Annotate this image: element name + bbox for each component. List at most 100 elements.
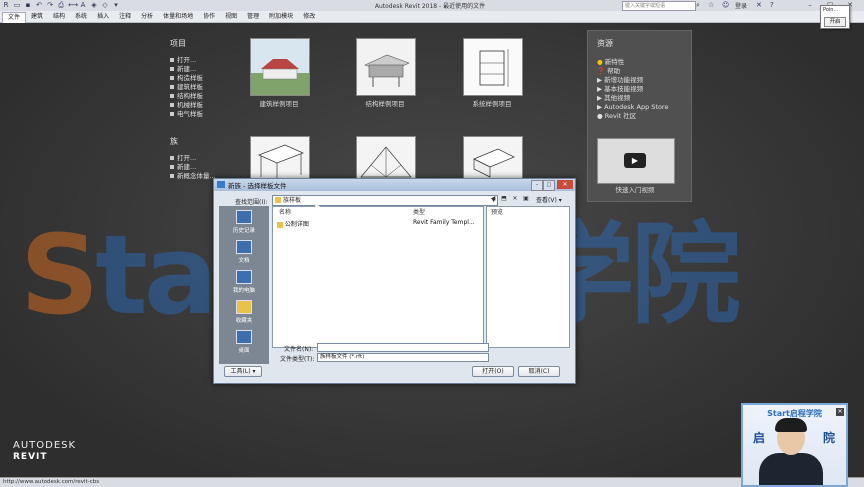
preview-label: 预览 <box>491 209 504 216</box>
app-subtitle-text: 最近使用的文件 <box>443 3 486 10</box>
quick-access-toolbar: R ▭ ▪ ↶ ↷ ⎙ ⟷ A ◈ ◇ ▾ <box>2 1 120 9</box>
place-desktop[interactable]: 桌面 <box>219 330 269 354</box>
quickstart-video-thumbnail[interactable]: ▶ <box>597 138 675 184</box>
tab-systems[interactable]: 系统 <box>70 12 92 23</box>
points-popup: Poin... 开启 <box>820 5 850 29</box>
tab-manage[interactable]: 管理 <box>242 12 264 23</box>
family-open-link[interactable]: 打开... <box>170 154 216 163</box>
popup-open-button[interactable]: 开启 <box>824 17 846 27</box>
list-item[interactable]: 公制详图 <box>277 219 309 228</box>
revit-app-icon[interactable]: R <box>2 1 10 9</box>
measure-icon[interactable]: ⟷ <box>68 1 78 9</box>
undo-icon[interactable]: ↶ <box>35 1 43 9</box>
search-input[interactable]: 键入关键字或短语 <box>622 1 696 11</box>
tab-structure[interactable]: 结构 <box>48 12 70 23</box>
electrical-template-link[interactable]: 电气样板 <box>170 110 203 119</box>
place-favorites[interactable]: 收藏夹 <box>219 300 269 324</box>
new-mass-link[interactable]: 新概念体量... <box>170 172 216 181</box>
up-folder-icon[interactable]: ⬒ <box>500 195 508 203</box>
dialog-app-icon <box>217 181 225 188</box>
structure-image <box>357 39 415 95</box>
additional-videos-link[interactable]: ▶ 其他视频 <box>597 94 668 103</box>
tab-view[interactable]: 视图 <box>220 12 242 23</box>
place-documents[interactable]: 文档 <box>219 240 269 264</box>
tab-file[interactable]: 文件 <box>2 12 27 23</box>
essential-skills-video-link[interactable]: ▶ 基本技能视频 <box>597 85 668 94</box>
tab-annotate[interactable]: 注释 <box>114 12 136 23</box>
file-list[interactable]: 名称 类型 公制详图 Revit Family Templ... <box>272 206 484 348</box>
tab-modify[interactable]: 修改 <box>298 12 320 23</box>
architecture-sample-thumbnail[interactable] <box>250 38 310 96</box>
dropdown-icon[interactable]: ▾ <box>112 1 120 9</box>
family-links: 打开... 新建... 新概念体量... <box>170 154 216 181</box>
delete-icon[interactable]: ✕ <box>511 195 519 203</box>
open-button[interactable]: 打开(O) <box>472 366 514 377</box>
help-link[interactable]: ❓ 帮助 <box>597 67 668 76</box>
mechanical-template-link[interactable]: 机械样板 <box>170 101 203 110</box>
column-type[interactable]: 类型 <box>413 207 425 216</box>
filetype-select[interactable]: 族样板文件 (*.rft) <box>317 353 489 362</box>
exchange-icon[interactable]: ✕ <box>756 1 762 9</box>
redo-icon[interactable]: ↷ <box>46 1 54 9</box>
dialog-close-icon[interactable]: ✕ <box>557 180 573 189</box>
text-icon[interactable]: A <box>79 1 87 9</box>
signin-link[interactable]: 登录 <box>735 1 747 10</box>
tab-addins[interactable]: 附加模块 <box>264 12 298 23</box>
save-icon[interactable]: ▪ <box>24 1 32 9</box>
tab-massing[interactable]: 体量和场地 <box>158 12 198 23</box>
revit-logo: REVIT <box>13 452 48 462</box>
tab-analyze[interactable]: 分析 <box>136 12 158 23</box>
construction-template-link[interactable]: 构造样板 <box>170 74 203 83</box>
dialog-minimize-icon[interactable]: – <box>531 180 543 191</box>
family-new-link[interactable]: 新建... <box>170 163 216 172</box>
tab-collaborate[interactable]: 协作 <box>198 12 220 23</box>
dialog-toolbar: ◀ ⬒ ✕ ▣ <box>489 195 530 203</box>
new-folder-icon[interactable]: ▣ <box>522 195 530 203</box>
whats-new-link[interactable]: ● 新特性 <box>597 58 668 67</box>
systems-sample-label[interactable]: 系统样例项目 <box>452 98 532 108</box>
tools-button[interactable]: 工具(L) ▾ <box>224 366 262 377</box>
section-icon[interactable]: ◇ <box>101 1 109 9</box>
tab-architecture[interactable]: 建筑 <box>26 12 48 23</box>
view-3d-icon[interactable]: ◈ <box>90 1 98 9</box>
structure-sample-label[interactable]: 结构样例项目 <box>345 98 425 108</box>
revit-community-link[interactable]: ● Revit 社区 <box>597 112 668 121</box>
back-icon[interactable]: ◀ <box>489 195 497 203</box>
open-icon[interactable]: ▭ <box>13 1 21 9</box>
lookin-label: 查找范围(I): <box>235 199 268 206</box>
dialog-maximize-icon[interactable]: □ <box>543 180 555 191</box>
print-icon[interactable]: ⎙ <box>57 1 65 9</box>
computer-icon <box>236 270 252 284</box>
presenter-hair <box>775 418 807 432</box>
play-icon[interactable]: ▶ <box>624 153 646 168</box>
lookin-select[interactable]: 族样板 ▾ <box>272 195 498 206</box>
new-features-video-link[interactable]: ▶ 新增功能视频 <box>597 76 668 85</box>
minimize-icon[interactable]: – <box>800 0 820 10</box>
systems-sample-thumbnail[interactable] <box>463 38 523 96</box>
views-menu[interactable]: 查看(V) ▾ <box>536 195 562 204</box>
lookin-value: 族样板 <box>283 197 302 204</box>
place-history[interactable]: 历史记录 <box>219 210 269 234</box>
project-open-link[interactable]: 打开... <box>170 56 203 65</box>
cancel-button[interactable]: 取消(C) <box>518 366 560 377</box>
star-icon[interactable]: ☆ <box>708 1 714 9</box>
autodesk-logo: AUTODESK <box>13 440 77 451</box>
architectural-template-link[interactable]: 建筑样板 <box>170 83 203 92</box>
webcam-char-left: 启 <box>753 431 766 445</box>
search-icon[interactable]: ⌕ <box>696 1 700 10</box>
house-image <box>251 39 309 95</box>
structural-template-link[interactable]: 结构样板 <box>170 92 203 101</box>
new-family-dialog: 新族 - 选择样板文件 – □ ✕ 查找范围(I): 族样板 ▾ ◀ ⬒ ✕ ▣… <box>213 178 576 384</box>
popup-title: Poin... <box>823 7 839 13</box>
tab-insert[interactable]: 插入 <box>92 12 114 23</box>
app-store-link[interactable]: ▶ Autodesk App Store <box>597 103 668 112</box>
webcam-close-icon[interactable]: ✕ <box>836 408 844 416</box>
place-computer[interactable]: 我的电脑 <box>219 270 269 294</box>
user-icon[interactable]: ☺ <box>722 1 729 9</box>
architecture-sample-label[interactable]: 建筑样例项目 <box>239 98 319 108</box>
column-name[interactable]: 名称 <box>279 207 291 216</box>
help-icon[interactable]: ? <box>770 1 774 9</box>
project-new-link[interactable]: 新建... <box>170 65 203 74</box>
filename-input[interactable] <box>317 343 489 352</box>
structure-sample-thumbnail[interactable] <box>356 38 416 96</box>
